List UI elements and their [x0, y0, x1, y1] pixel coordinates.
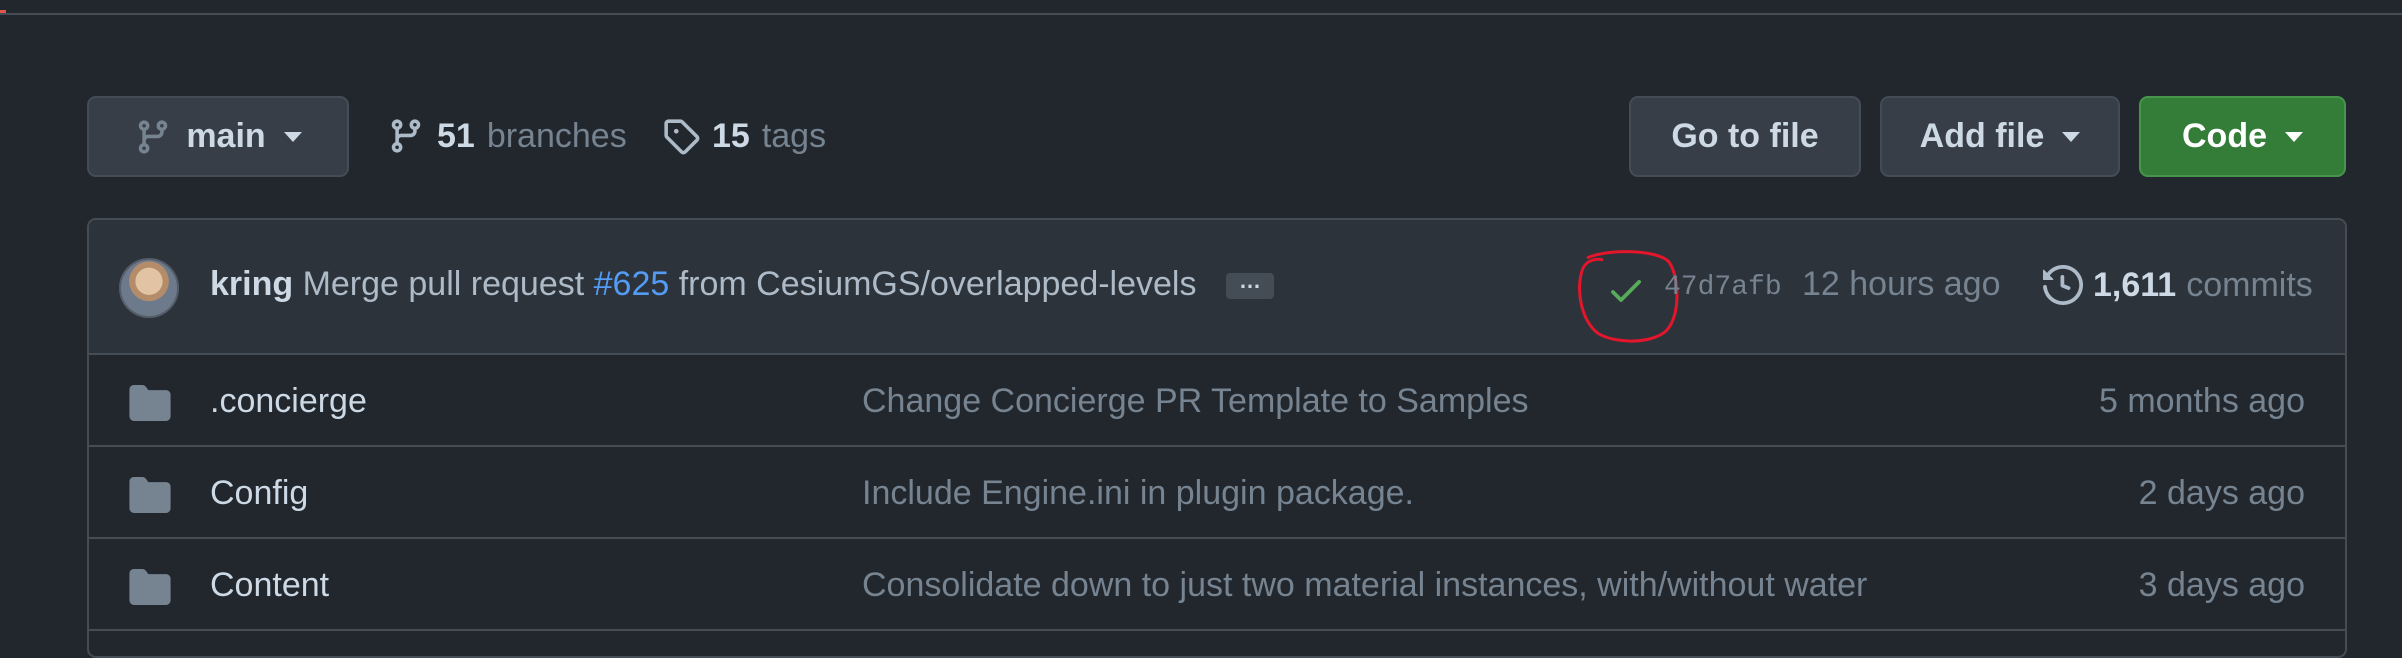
pull-request-link[interactable]: #625: [594, 265, 670, 303]
add-file-button[interactable]: Add file: [1880, 96, 2120, 177]
git-branch-icon: [387, 117, 425, 155]
folder-icon: [129, 477, 171, 513]
expand-commit-button[interactable]: …: [1225, 270, 1274, 300]
tags-label: tags: [761, 116, 827, 155]
branches-count: 51: [437, 116, 475, 155]
progress-indicator: [0, 10, 6, 13]
branches-link[interactable]: 51 branches: [387, 114, 627, 158]
code-button[interactable]: Code: [2139, 96, 2346, 177]
branch-select-button[interactable]: main: [87, 96, 349, 177]
file-commit-time: 3 days ago: [2138, 566, 2305, 604]
chevron-down-icon: [2285, 131, 2303, 142]
file-commit-message[interactable]: Include Engine.ini in plugin package.: [862, 474, 1414, 513]
file-name-link[interactable]: Config: [210, 474, 308, 513]
avatar[interactable]: [119, 258, 179, 318]
code-label: Code: [2182, 117, 2267, 155]
file-name-link[interactable]: .concierge: [210, 382, 367, 421]
chevron-down-icon: [283, 131, 302, 142]
add-file-label: Add file: [1919, 117, 2045, 155]
file-name-link[interactable]: Content: [210, 566, 329, 605]
table-row: Config Include Engine.ini in plugin pack…: [89, 447, 2345, 539]
commits-link[interactable]: 1,611 commits: [2043, 265, 2313, 305]
commits-count: 1,611: [2093, 265, 2177, 304]
repo-toolbar: main 51 branches 15 tags Go to file Add …: [87, 96, 2347, 177]
commit-message: kring Merge pull request #625 from Cesiu…: [210, 265, 1274, 304]
file-commit-message[interactable]: Consolidate down to just two material in…: [862, 566, 1867, 605]
commit-message-suffix[interactable]: from CesiumGS/overlapped-levels: [679, 265, 1197, 303]
tags-link[interactable]: 15 tags: [662, 114, 826, 158]
table-row: Content Consolidate down to just two mat…: [89, 539, 2345, 631]
commit-time: 12 hours ago: [1802, 265, 2001, 303]
file-commit-message[interactable]: Change Concierge PR Template to Samples: [862, 382, 1529, 421]
file-browser: kring Merge pull request #625 from Cesiu…: [87, 218, 2347, 658]
file-commit-time: 2 days ago: [2138, 474, 2305, 512]
top-divider: [0, 0, 2402, 15]
git-branch-icon: [134, 118, 172, 156]
table-row: .concierge Change Concierge PR Template …: [89, 355, 2345, 447]
file-commit-time: 5 months ago: [2098, 382, 2305, 420]
folder-icon: [129, 569, 171, 605]
commit-author[interactable]: kring: [210, 265, 293, 303]
history-icon: [2043, 265, 2083, 305]
folder-icon: [129, 385, 171, 421]
chevron-down-icon: [2062, 131, 2081, 142]
branch-name: main: [186, 117, 266, 155]
go-to-file-button[interactable]: Go to file: [1629, 96, 1861, 177]
commit-message-prefix[interactable]: Merge pull request: [303, 265, 585, 303]
latest-commit-bar: kring Merge pull request #625 from Cesiu…: [89, 220, 2345, 355]
tag-icon: [662, 117, 700, 155]
commit-sha-link[interactable]: 47d7afb: [1664, 272, 1782, 303]
tags-count: 15: [712, 116, 750, 155]
branches-label: branches: [486, 116, 627, 155]
commits-label: commits: [2186, 265, 2313, 304]
